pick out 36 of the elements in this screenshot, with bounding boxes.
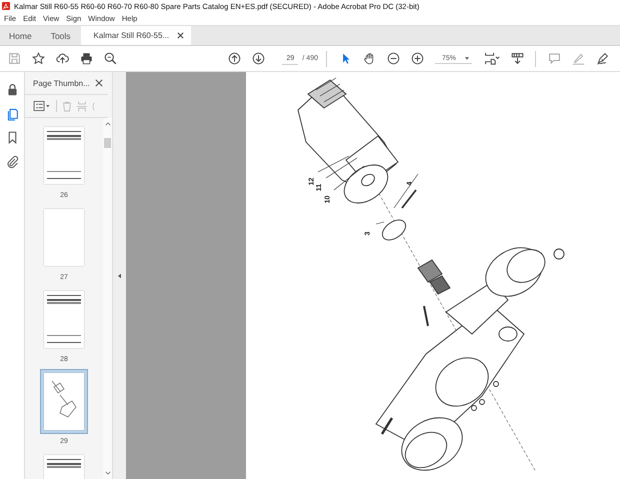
nav-tab[interactable]: Tools bbox=[42, 26, 81, 45]
star-icon[interactable] bbox=[32, 52, 45, 65]
page-fit-icon[interactable] bbox=[484, 52, 500, 65]
hand-icon[interactable] bbox=[362, 52, 376, 65]
zoom-in-icon[interactable] bbox=[410, 52, 424, 65]
document-tab[interactable]: Kalmar Still R60-55... bbox=[80, 26, 192, 45]
page-thumbnail[interactable] bbox=[44, 291, 84, 348]
zoom-search-icon[interactable] bbox=[104, 52, 117, 65]
previous-page-icon[interactable] bbox=[228, 52, 242, 65]
panel-title: Page Thumbn... bbox=[33, 78, 90, 88]
sign-pen-icon[interactable] bbox=[596, 52, 609, 65]
nav-tab[interactable]: Home bbox=[0, 26, 42, 45]
leader-line bbox=[326, 158, 358, 178]
options-menu-icon[interactable] bbox=[33, 101, 51, 111]
pages-icon[interactable] bbox=[6, 106, 18, 121]
scrollbar-thumb[interactable] bbox=[104, 138, 111, 148]
scroll-up-icon[interactable] bbox=[104, 122, 110, 126]
leader-line bbox=[394, 174, 418, 208]
page-thumbnail[interactable] bbox=[44, 373, 84, 430]
comment-icon[interactable] bbox=[548, 52, 561, 65]
scroll-down-icon[interactable] bbox=[104, 471, 110, 475]
paperclip-icon[interactable] bbox=[6, 154, 18, 169]
close-icon[interactable] bbox=[177, 32, 184, 39]
caret-icon[interactable] bbox=[465, 56, 469, 60]
page-thumbnail[interactable] bbox=[44, 209, 84, 266]
print-icon[interactable] bbox=[80, 52, 93, 65]
next-page-icon[interactable] bbox=[252, 52, 266, 65]
close-icon[interactable] bbox=[95, 79, 103, 87]
scroll-mode-icon[interactable] bbox=[511, 52, 524, 65]
leader-line bbox=[376, 222, 384, 224]
lock-icon bbox=[6, 82, 18, 97]
bookmark-icon[interactable] bbox=[6, 130, 18, 145]
page-thumbnail[interactable] bbox=[44, 127, 84, 184]
collapse-panel-icon[interactable] bbox=[118, 272, 121, 278]
cloud-upload-icon[interactable] bbox=[56, 52, 69, 65]
zoom-out-icon[interactable] bbox=[386, 52, 400, 65]
